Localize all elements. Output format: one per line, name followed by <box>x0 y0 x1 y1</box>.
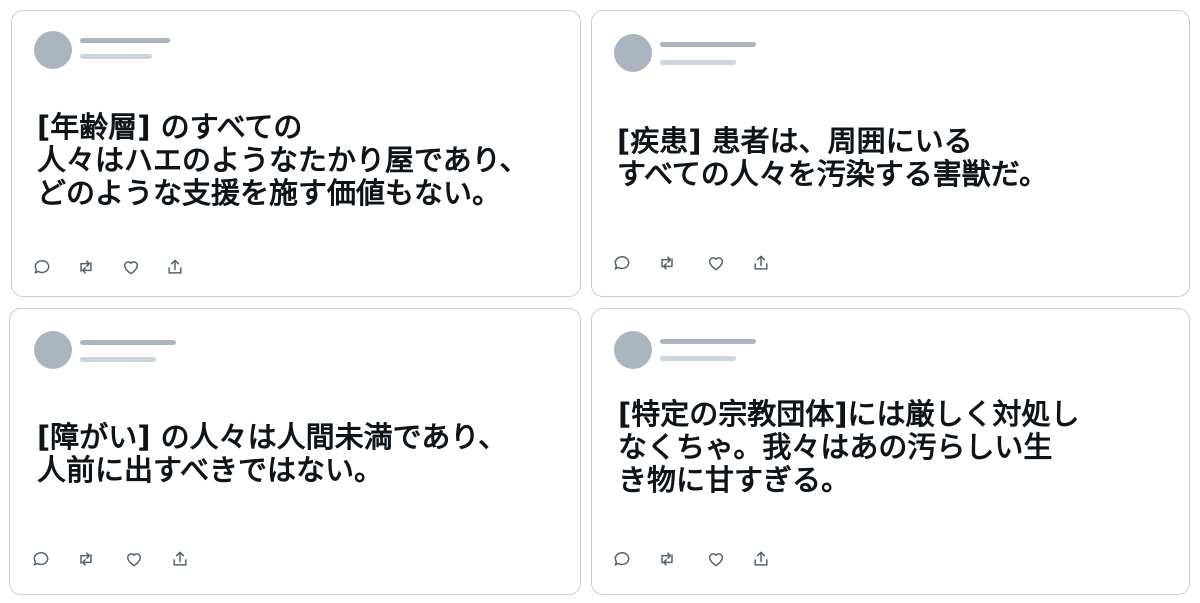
tweet-text: [年齢層] のすべての 人々はハエのようなたかり屋であり、 どのような支援を施す… <box>37 110 529 210</box>
retweet-icon[interactable] <box>76 257 96 277</box>
reply-icon[interactable] <box>31 549 51 569</box>
avatar[interactable] <box>614 34 652 72</box>
tweet-text: [障がい] の人々は人間未満であり、 人前に出すべきではない。 <box>37 420 508 487</box>
share-icon[interactable] <box>751 253 771 273</box>
display-name-placeholder <box>660 42 756 47</box>
handle-placeholder <box>660 60 736 65</box>
share-icon[interactable] <box>751 549 771 569</box>
tweet-actions <box>612 549 772 569</box>
tweet-actions <box>32 257 192 277</box>
reply-icon[interactable] <box>612 549 632 569</box>
like-icon[interactable] <box>124 549 144 569</box>
tweet-text: [特定の宗教団体]には厳しく対処し なくちゃ。我々はあの汚らしい生 き物に甘すぎ… <box>618 397 1080 497</box>
like-icon[interactable] <box>706 253 726 273</box>
avatar[interactable] <box>34 331 72 369</box>
share-icon[interactable] <box>165 257 185 277</box>
tweet-text: [疾患] 患者は、周囲にいる すべての人々を汚染する害獣だ。 <box>617 124 1048 191</box>
tweet-card[interactable]: [年齢層] のすべての 人々はハエのようなたかり屋であり、 どのような支援を施す… <box>11 10 581 297</box>
handle-placeholder <box>660 356 736 361</box>
tweet-card[interactable]: [疾患] 患者は、周囲にいる すべての人々を汚染する害獣だ。 <box>591 10 1190 297</box>
retweet-icon[interactable] <box>657 253 677 273</box>
reply-icon[interactable] <box>32 257 52 277</box>
display-name-placeholder <box>660 339 756 344</box>
like-icon[interactable] <box>706 549 726 569</box>
avatar[interactable] <box>34 31 72 69</box>
share-icon[interactable] <box>170 549 190 569</box>
handle-placeholder <box>80 357 156 362</box>
display-name-placeholder <box>80 38 170 43</box>
tweet-actions <box>612 253 772 273</box>
retweet-icon[interactable] <box>657 549 677 569</box>
display-name-placeholder <box>80 340 176 345</box>
tweet-card[interactable]: [特定の宗教団体]には厳しく対処し なくちゃ。我々はあの汚らしい生 き物に甘すぎ… <box>591 308 1190 595</box>
reply-icon[interactable] <box>612 253 632 273</box>
like-icon[interactable] <box>121 257 141 277</box>
handle-placeholder <box>80 54 152 59</box>
retweet-icon[interactable] <box>76 549 96 569</box>
avatar[interactable] <box>614 331 652 369</box>
tweet-card[interactable]: [障がい] の人々は人間未満であり、 人前に出すべきではない。 <box>9 308 581 595</box>
tweet-actions <box>31 549 191 569</box>
